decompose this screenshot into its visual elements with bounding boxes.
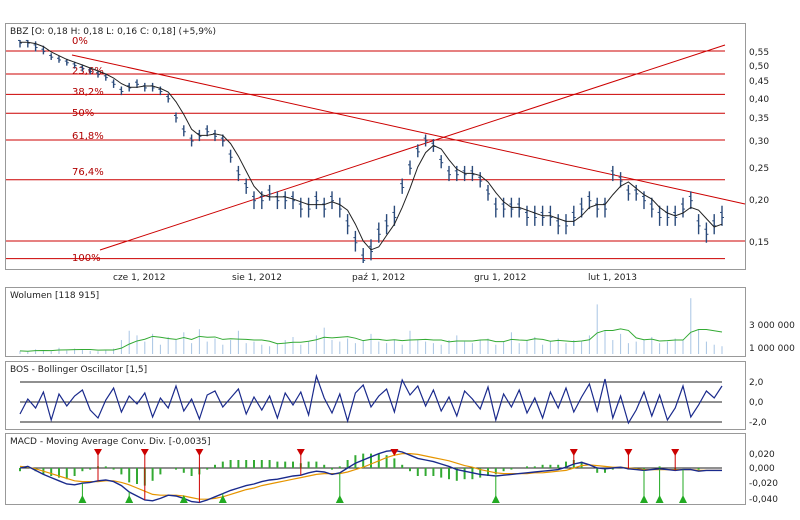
price-tick-label: 0,55 (749, 48, 769, 58)
stock-chart-svg: BBZ [O: 0,18 H: 0,18 L: 0,16 C: 0,18] (+… (5, 23, 795, 505)
macd-tick-label: 0,000 (749, 464, 775, 474)
x-tick-label: gru 1, 2012 (474, 273, 526, 283)
bos-panel-title: BOS - Bollinger Oscillator [1,5] (10, 365, 147, 375)
price-panel-title: BBZ [O: 0,18 H: 0,18 L: 0,16 C: 0,18] (+… (10, 27, 216, 37)
volume-tick-label: 1 000 000 (749, 344, 795, 354)
volume-panel-frame (5, 287, 746, 357)
price-tick-label: 0,40 (749, 95, 769, 105)
volume-panel-title: Wolumen [118 915] (10, 291, 99, 301)
price-tick-label: 0,30 (749, 137, 769, 147)
fib-label-76: 76,4% (72, 167, 104, 178)
x-tick-label: lut 1, 2013 (588, 273, 637, 283)
bos-tick-label: -2,0 (749, 418, 767, 428)
price-y-axis: 0,55 0,50 0,45 0,40 0,35 0,30 0,25 0,20 … (749, 48, 769, 248)
price-tick-label: 0,45 (749, 77, 769, 87)
bos-tick-label: 0,0 (749, 398, 764, 408)
price-panel-frame (5, 23, 746, 270)
volume-tick-label: 3 000 000 (749, 321, 795, 331)
price-tick-label: 0,15 (749, 238, 769, 248)
price-tick-label: 0,50 (749, 62, 769, 72)
x-tick-label: paź 1, 2012 (352, 273, 405, 283)
fib-label-38: 38,2% (72, 87, 104, 98)
macd-panel-title: MACD - Moving Average Conv. Div. [-0,003… (10, 437, 211, 447)
price-tick-label: 0,25 (749, 164, 769, 174)
macd-tick-label: 0,020 (749, 450, 775, 460)
price-tick-label: 0,35 (749, 114, 769, 124)
price-tick-label: 0,20 (749, 196, 769, 206)
macd-tick-label: -0,020 (749, 479, 778, 489)
x-tick-label: cze 1, 2012 (113, 273, 165, 283)
bos-tick-label: 2,0 (749, 378, 764, 388)
x-tick-label: sie 1, 2012 (232, 273, 282, 283)
price-x-axis: cze 1, 2012 sie 1, 2012 paź 1, 2012 gru … (113, 273, 637, 283)
fib-label-0: 0% (72, 36, 88, 47)
macd-tick-label: -0,040 (749, 495, 778, 505)
